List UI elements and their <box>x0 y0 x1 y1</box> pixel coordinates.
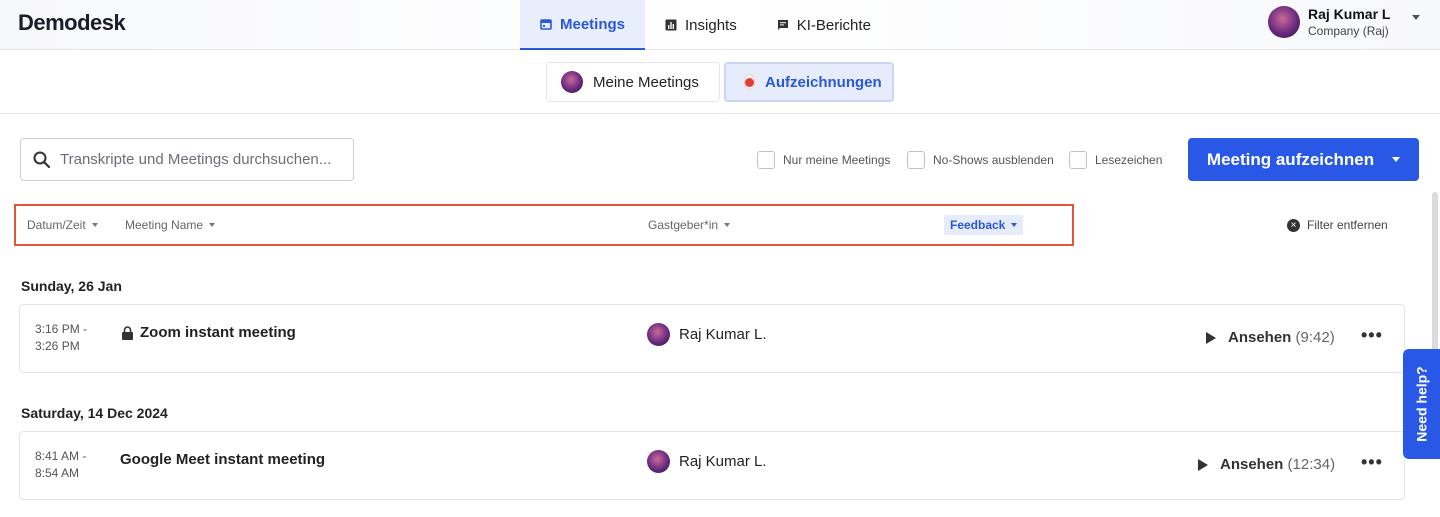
top-navigation: Demodesk Meetings Insights KI-Berichte R… <box>0 0 1440 50</box>
meeting-time: 8:41 AM - 8:54 AM <box>35 448 86 482</box>
column-meeting-name-label: Meeting Name <box>125 218 204 232</box>
need-help-button[interactable]: Need help? <box>1403 349 1440 459</box>
avatar <box>647 323 670 346</box>
filter-only-mine[interactable]: Nur meine Meetings <box>757 151 890 169</box>
avatar <box>561 71 583 93</box>
clear-filters-button[interactable]: × Filter entfernen <box>1287 218 1388 232</box>
sort-caret-icon <box>724 223 731 227</box>
column-meeting-name[interactable]: Meeting Name <box>125 218 216 232</box>
meeting-end-time: 3:26 PM <box>35 339 80 353</box>
meeting-host: Raj Kumar L. <box>647 323 767 346</box>
meeting-duration: (12:34) <box>1287 456 1336 473</box>
meeting-start-time: 3:16 PM - <box>35 322 88 336</box>
meeting-title[interactable]: Google Meet instant meeting <box>120 451 325 468</box>
column-host[interactable]: Gastgeber*in <box>648 218 731 232</box>
meeting-row[interactable]: 8:41 AM - 8:54 AM Google Meet instant me… <box>19 431 1405 500</box>
nav-insights-label: Insights <box>685 16 737 34</box>
nav-insights[interactable]: Insights <box>645 0 757 50</box>
sub-tabs: Meine Meetings Aufzeichnungen <box>0 50 1440 114</box>
meeting-title-text: Zoom instant meeting <box>140 324 296 341</box>
search-icon <box>33 151 51 168</box>
tab-my-meetings-label: Meine Meetings <box>593 73 699 91</box>
meeting-end-time: 8:54 AM <box>35 466 80 480</box>
meeting-row[interactable]: 3:16 PM - 3:26 PM Zoom instant meeting R… <box>19 304 1405 373</box>
nav-meetings-label: Meetings <box>560 15 626 33</box>
close-icon: × <box>1287 218 1300 232</box>
more-options-icon[interactable]: ••• <box>1361 453 1383 471</box>
watch-button[interactable]: Ansehen (12:34) <box>1198 456 1335 473</box>
hide-noshows-label: No-Shows ausblenden <box>933 153 1054 167</box>
column-datetime[interactable]: Datum/Zeit <box>27 218 98 232</box>
main-nav: Meetings Insights KI-Berichte <box>520 0 891 50</box>
scrollbar[interactable] <box>1432 192 1438 352</box>
chevron-down-icon[interactable] <box>1392 157 1401 162</box>
chat-report-icon <box>777 20 788 30</box>
record-meeting-label: Meeting aufzeichnen <box>1206 149 1375 169</box>
meeting-title-text: Google Meet instant meeting <box>120 451 326 468</box>
lock-icon <box>122 325 133 340</box>
meeting-title[interactable]: Zoom instant meeting <box>121 324 296 341</box>
filter-hide-noshows[interactable]: No-Shows ausblenden <box>907 151 1054 169</box>
meeting-start-time: 8:41 AM - <box>35 449 87 463</box>
tab-recordings[interactable]: Aufzeichnungen <box>724 62 894 102</box>
meeting-host-name: Raj Kumar L. <box>679 326 767 343</box>
column-datetime-label: Datum/Zeit <box>27 218 86 232</box>
user-name: Raj Kumar L <box>1308 6 1391 22</box>
column-feedback-label: Feedback <box>950 218 1006 232</box>
record-icon <box>744 74 755 90</box>
date-heading: Sunday, 26 Jan <box>21 278 122 294</box>
nav-ki-berichte[interactable]: KI-Berichte <box>757 0 891 50</box>
column-header-bar: Datum/Zeit Meeting Name Gastgeber*in Fee… <box>14 204 1074 246</box>
play-icon <box>1198 458 1208 471</box>
watch-button[interactable]: Ansehen (9:42) <box>1206 329 1335 346</box>
search-box[interactable] <box>20 138 354 181</box>
tab-my-meetings[interactable]: Meine Meetings <box>546 62 720 102</box>
sort-caret-icon <box>209 223 216 227</box>
user-company: Company (Raj) <box>1308 24 1389 38</box>
meeting-time: 3:16 PM - 3:26 PM <box>35 321 87 355</box>
meeting-host: Raj Kumar L. <box>647 450 767 473</box>
sort-caret-icon <box>1011 223 1018 227</box>
filter-bookmarks[interactable]: Lesezeichen <box>1069 151 1162 169</box>
clear-filters-label: Filter entfernen <box>1307 218 1388 232</box>
date-heading: Saturday, 14 Dec 2024 <box>21 405 168 421</box>
app-logo[interactable]: Demodesk <box>18 10 126 36</box>
only-mine-checkbox[interactable] <box>757 151 775 169</box>
column-host-label: Gastgeber*in <box>648 218 719 232</box>
user-info: Raj Kumar L Company (Raj) <box>1308 6 1390 38</box>
nav-ki-berichte-label: KI-Berichte <box>796 16 871 34</box>
bookmarks-label: Lesezeichen <box>1095 153 1163 167</box>
meeting-host-name: Raj Kumar L. <box>679 453 767 470</box>
nav-meetings[interactable]: Meetings <box>520 0 646 50</box>
chevron-down-icon[interactable] <box>1412 14 1421 20</box>
avatar <box>1268 6 1300 38</box>
play-icon <box>1206 331 1216 344</box>
sort-caret-icon <box>91 223 98 227</box>
calendar-icon <box>540 19 552 30</box>
only-mine-label: Nur meine Meetings <box>783 153 891 167</box>
hide-noshows-checkbox[interactable] <box>907 151 925 169</box>
bar-chart-icon <box>665 19 677 31</box>
watch-label: Ansehen <box>1220 456 1284 473</box>
watch-label: Ansehen <box>1228 329 1292 346</box>
tab-recordings-label: Aufzeichnungen <box>765 73 882 91</box>
bookmarks-checkbox[interactable] <box>1069 151 1087 169</box>
need-help-label: Need help? <box>1413 366 1430 442</box>
avatar <box>647 450 670 473</box>
record-meeting-button[interactable]: Meeting aufzeichnen <box>1188 138 1419 181</box>
column-feedback[interactable]: Feedback <box>944 215 1024 235</box>
more-options-icon[interactable]: ••• <box>1361 326 1383 344</box>
meeting-duration: (9:42) <box>1295 329 1335 346</box>
search-input[interactable] <box>60 151 340 168</box>
user-menu[interactable]: Raj Kumar L Company (Raj) <box>1268 6 1421 38</box>
